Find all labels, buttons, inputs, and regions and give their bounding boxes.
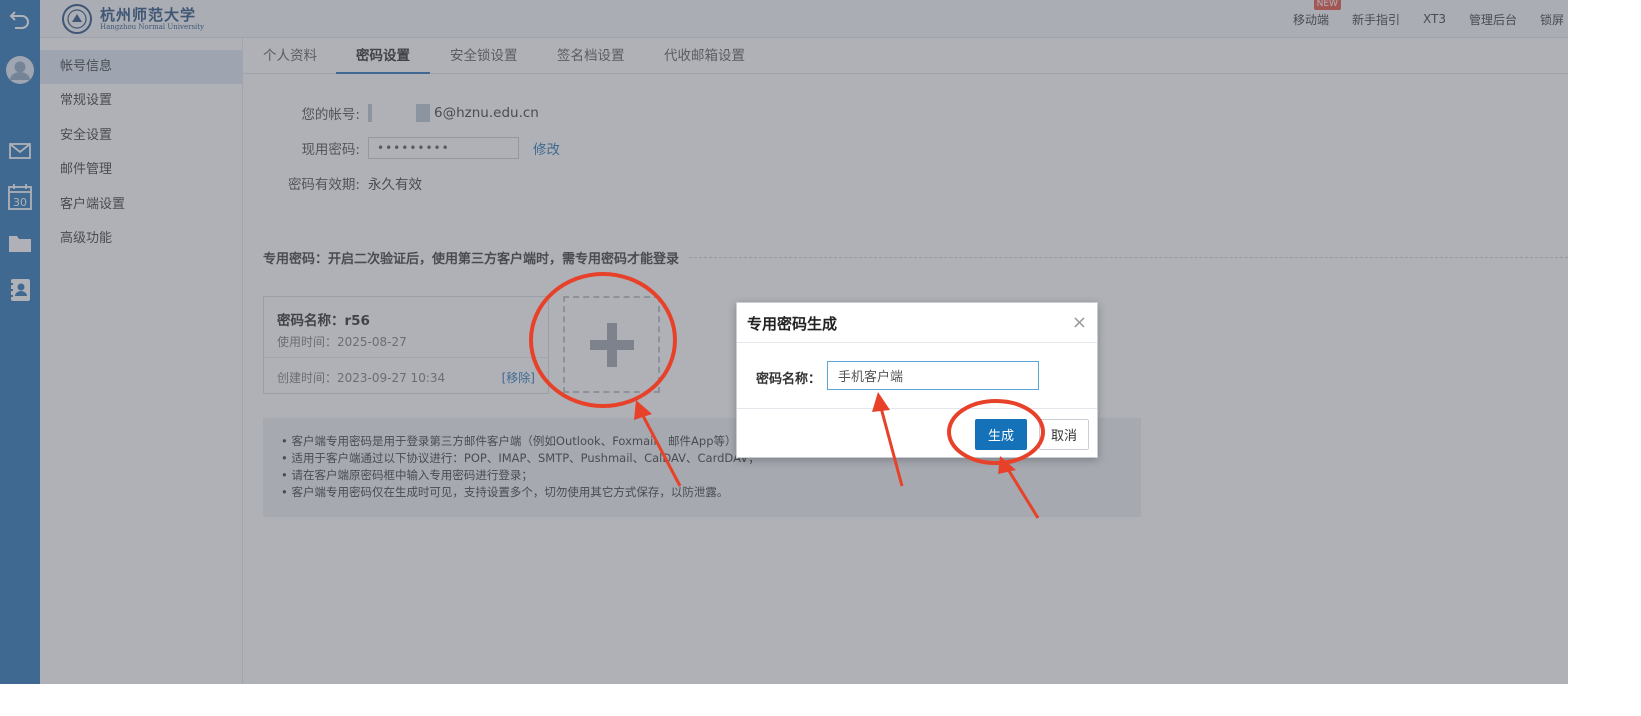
password-name-label: 密码名称：: [756, 372, 822, 387]
dialog-body: 密码名称：: [737, 343, 1097, 409]
dialog-title: 专用密码生成: [747, 315, 838, 333]
cancel-button[interactable]: 取消: [1039, 419, 1089, 450]
dialog-header: 专用密码生成 ×: [737, 303, 1097, 343]
close-icon[interactable]: ×: [1072, 312, 1087, 333]
generate-button[interactable]: 生成: [975, 419, 1027, 450]
generate-password-dialog: 专用密码生成 × 密码名称： 生成 取消: [736, 302, 1098, 458]
password-name-input[interactable]: [827, 361, 1039, 390]
